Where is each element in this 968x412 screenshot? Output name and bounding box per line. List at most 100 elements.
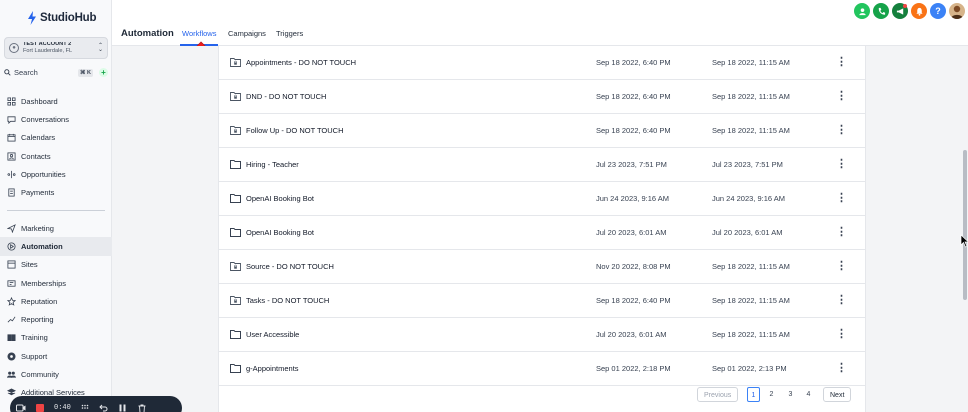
chat-icon <box>7 116 16 124</box>
workflow-updated-date: Sep 18 2022, 11:15 AM <box>712 262 790 271</box>
table-row[interactable]: Tasks - DO NOT TOUCH Sep 18 2022, 6:40 PM… <box>219 284 865 318</box>
sidebar-item-label: Reporting <box>21 315 54 325</box>
trash-icon[interactable] <box>137 403 147 412</box>
camera-icon[interactable] <box>16 403 26 412</box>
more-options-icon[interactable]: ⋮ <box>836 88 847 104</box>
more-options-icon[interactable]: ⋮ <box>836 360 847 376</box>
sidebar-item-label: Dashboard <box>21 96 58 106</box>
table-row[interactable]: User Accessible Jul 20 2023, 6:01 AM Sep 1… <box>219 318 865 352</box>
workflow-name[interactable]: DND - DO NOT TOUCH <box>246 92 326 101</box>
undo-icon[interactable] <box>99 403 109 412</box>
user-avatar[interactable] <box>949 3 965 19</box>
account-location: Fort Lauderdale, FL <box>23 47 73 54</box>
tab-campaigns[interactable]: Campaigns <box>228 29 266 38</box>
page-4-button[interactable]: 4 <box>802 387 815 402</box>
sidebar-item-reporting[interactable]: Reporting <box>0 310 112 328</box>
page-1-button[interactable]: 1 <box>747 387 760 402</box>
workflow-created-date: Jul 20 2023, 6:01 AM <box>596 228 667 237</box>
more-options-icon[interactable]: ⋮ <box>836 122 847 138</box>
sidebar: StudioHub ● TEST ACCOUNT 2 Fort Lauderda… <box>0 0 112 412</box>
account-switcher[interactable]: ● TEST ACCOUNT 2 Fort Lauderdale, FL ⌃ ⌄ <box>4 37 108 59</box>
workflow-updated-date: Jun 24 2023, 9:16 AM <box>712 194 785 203</box>
sidebar-item-label: Reputation <box>21 296 58 306</box>
logo-text: StudioHub <box>40 12 97 24</box>
locked-folder-icon <box>230 58 241 67</box>
more-options-icon[interactable]: ⋮ <box>836 54 847 70</box>
workflow-name[interactable]: OpenAI Booking Bot <box>246 228 314 237</box>
contacts-icon <box>7 152 16 161</box>
workflow-created-date: Jul 23 2023, 7:51 PM <box>596 160 667 169</box>
table-row[interactable]: Source - DO NOT TOUCH Nov 20 2022, 8:08 P… <box>219 250 865 284</box>
megaphone-icon[interactable] <box>892 3 908 19</box>
page-scrollbar[interactable] <box>963 150 967 300</box>
stop-recording-icon[interactable] <box>35 403 45 412</box>
pagination: Previous 1 2 3 4 Next <box>218 386 866 412</box>
recording-time: 0:40 <box>54 404 71 412</box>
sidebar-item-sites[interactable]: Sites <box>0 256 112 274</box>
sidebar-item-opportunities[interactable]: Opportunities <box>0 165 112 183</box>
workflow-updated-date: Sep 18 2022, 11:15 AM <box>712 58 790 67</box>
workflow-name[interactable]: Appointments - DO NOT TOUCH <box>246 58 356 67</box>
workflow-name[interactable]: Follow Up - DO NOT TOUCH <box>246 126 344 135</box>
sidebar-item-contacts[interactable]: Contacts <box>0 147 112 165</box>
page-2-button[interactable]: 2 <box>765 387 778 402</box>
workflow-created-date: Sep 18 2022, 6:40 PM <box>596 92 671 101</box>
sidebar-item-dashboard[interactable]: Dashboard <box>0 92 112 110</box>
table-row[interactable]: OpenAI Booking Bot Jul 20 2023, 6:01 AM Ju… <box>219 216 865 250</box>
locked-folder-icon <box>230 92 241 101</box>
sidebar-item-reputation[interactable]: Reputation <box>0 292 112 310</box>
more-options-icon[interactable]: ⋮ <box>836 258 847 274</box>
table-row[interactable]: Hiring - Teacher Jul 23 2023, 7:51 PM Jul … <box>219 148 865 182</box>
quick-add-button[interactable]: + <box>99 68 108 77</box>
table-row[interactable]: Appointments - DO NOT TOUCH Sep 18 2022, … <box>219 46 865 80</box>
workflow-name[interactable]: Hiring - Teacher <box>246 160 299 169</box>
table-row[interactable]: DND - DO NOT TOUCH Sep 18 2022, 6:40 PM Se… <box>219 80 865 114</box>
tab-workflows[interactable]: Workflows <box>182 29 216 38</box>
sidebar-item-community[interactable]: Community <box>0 365 112 383</box>
workflow-created-date: Sep 18 2022, 6:40 PM <box>596 296 671 305</box>
workflow-name[interactable]: Source - DO NOT TOUCH <box>246 262 334 271</box>
page-3-button[interactable]: 3 <box>784 387 797 402</box>
main-content: Appointments - DO NOT TOUCH Sep 18 2022, … <box>112 46 968 412</box>
pause-icon[interactable] <box>118 403 128 412</box>
bell-icon[interactable] <box>911 3 927 19</box>
table-row[interactable]: OpenAI Booking Bot Jun 24 2023, 9:16 AM Ju… <box>219 182 865 216</box>
logo[interactable]: StudioHub <box>27 10 97 26</box>
previous-page-button[interactable]: Previous <box>697 387 739 402</box>
more-options-icon[interactable]: ⋮ <box>836 292 847 308</box>
payments-icon <box>8 188 15 197</box>
page-title: Automation <box>121 28 174 39</box>
workflow-name[interactable]: User Accessible <box>246 330 299 339</box>
workflow-name[interactable]: g-Appointments <box>246 364 299 373</box>
search-box[interactable]: Search ⌘ K + <box>4 66 108 79</box>
sidebar-item-marketing[interactable]: Marketing <box>0 219 112 237</box>
sidebar-item-label: Automation <box>21 241 63 251</box>
table-row[interactable]: Follow Up - DO NOT TOUCH Sep 18 2022, 6:4… <box>219 114 865 148</box>
more-options-icon[interactable]: ⋮ <box>836 326 847 342</box>
sidebar-item-label: Conversations <box>21 114 69 124</box>
tab-triggers[interactable]: Triggers <box>276 29 303 38</box>
star-icon <box>7 296 16 306</box>
sidebar-item-label: Calendars <box>21 133 56 143</box>
more-options-icon[interactable]: ⋮ <box>836 190 847 206</box>
workflow-name[interactable]: OpenAI Booking Bot <box>246 194 314 203</box>
sidebar-item-support[interactable]: Support <box>0 347 112 365</box>
grid-icon[interactable] <box>80 403 90 412</box>
sidebar-item-memberships[interactable]: Memberships <box>0 274 112 292</box>
more-options-icon[interactable]: ⋮ <box>836 156 847 172</box>
help-icon[interactable]: ? <box>930 3 946 19</box>
table-row[interactable]: g-Appointments Sep 01 2022, 2:18 PM Sep 01… <box>219 352 865 386</box>
sidebar-item-conversations[interactable]: Conversations <box>0 110 112 128</box>
sidebar-item-calendars[interactable]: Calendars <box>0 129 112 147</box>
sidebar-item-label: Support <box>21 351 48 361</box>
sidebar-item-payments[interactable]: Payments <box>0 183 112 201</box>
sidebar-item-training[interactable]: Training <box>0 329 112 347</box>
contacts-quick-icon[interactable] <box>854 3 870 19</box>
account-icon: ● <box>9 43 19 53</box>
workflow-created-date: Nov 20 2022, 8:08 PM <box>596 262 671 271</box>
phone-icon[interactable] <box>873 3 889 19</box>
sidebar-item-automation[interactable]: Automation <box>0 237 112 256</box>
workflow-name[interactable]: Tasks - DO NOT TOUCH <box>246 296 329 305</box>
more-options-icon[interactable]: ⋮ <box>836 224 847 240</box>
next-page-button[interactable]: Next <box>823 387 852 402</box>
